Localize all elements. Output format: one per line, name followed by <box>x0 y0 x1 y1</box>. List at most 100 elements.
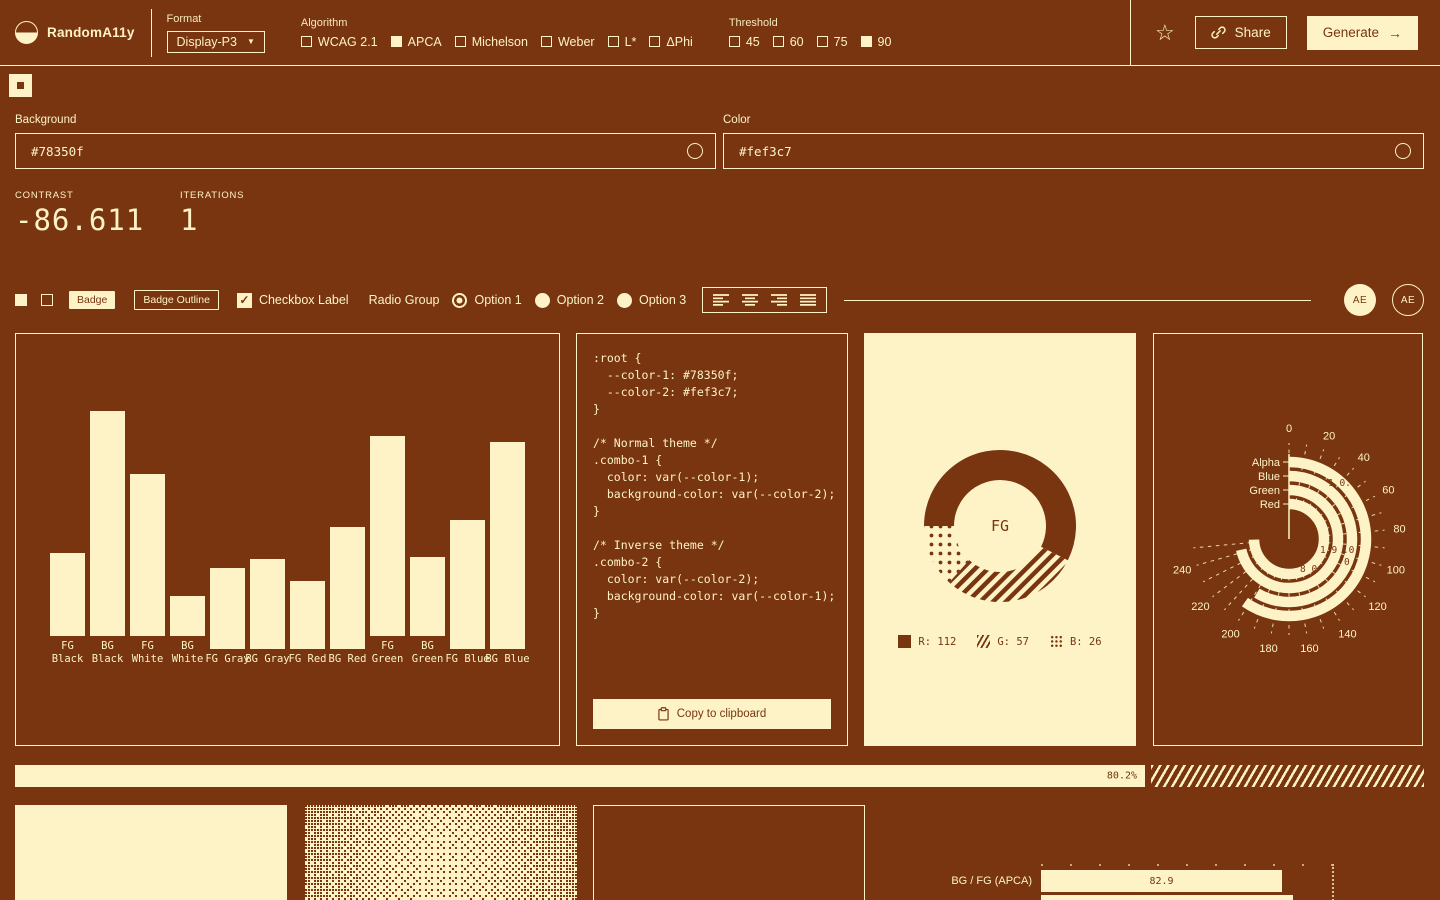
radio-label: Option 1 <box>474 293 521 307</box>
bar-column: BG Red <box>330 527 365 665</box>
radio-option[interactable]: Option 2 <box>535 293 604 308</box>
preview-checkbox[interactable]: ✓ Checkbox Label <box>237 293 349 308</box>
radio-option[interactable]: Option 1 <box>452 293 521 308</box>
progress-value: 80.2% <box>1107 771 1137 782</box>
square-filled-swatch <box>15 294 27 306</box>
threshold-group: Threshold 45607590 <box>729 17 892 49</box>
threshold-checkbox[interactable]: 60 <box>773 35 804 49</box>
checkbox-label: Michelson <box>472 35 528 49</box>
color-field: Color <box>723 114 1424 169</box>
svg-text:120: 120 <box>1368 601 1386 613</box>
bar-chart-panel: FG BlackBG BlackFG WhiteBG WhiteFG GrayB… <box>15 333 560 746</box>
donut-chart: FG <box>864 333 1136 746</box>
background-inputbox <box>15 133 716 169</box>
badge-outline[interactable]: Badge Outline <box>134 290 219 310</box>
donut-segment-B <box>939 526 959 571</box>
legend-swatch-dots <box>1050 635 1063 648</box>
square-icon <box>17 82 24 89</box>
bar <box>90 411 125 636</box>
app-logo-contrast-icon <box>15 21 38 44</box>
bar <box>330 527 365 649</box>
legend-swatch-diagonal-stripes <box>977 635 990 648</box>
generate-button[interactable]: Generate → <box>1307 16 1418 50</box>
apca-bar-chart: BG / FG (APCA)FG / BG (APCA) 82.9-86.6 <box>942 864 1334 900</box>
svg-text:0: 0 <box>1344 557 1350 568</box>
algorithm-checkbox[interactable]: Weber <box>541 35 595 49</box>
copy-to-clipboard-button[interactable]: Copy to clipboard <box>593 699 831 729</box>
svg-text:0: 0 <box>1286 423 1292 435</box>
checkbox-label: 60 <box>790 35 804 49</box>
checkbox-unchecked-icon <box>301 36 312 47</box>
svg-text:140: 140 <box>1338 628 1356 640</box>
hbar-bar: 82.9 <box>1041 870 1282 892</box>
donut-center-label: FG <box>991 517 1009 535</box>
checkbox-label: ΔPhi <box>666 35 692 49</box>
iterations-value: 1 <box>180 203 345 237</box>
divider-line <box>844 300 1311 301</box>
iterations-label: ITERATIONS <box>180 190 345 201</box>
color-picker-icon[interactable] <box>1395 143 1411 159</box>
bar <box>210 568 245 649</box>
svg-text:240: 240 <box>1173 564 1191 576</box>
header-actions: ☆ Share Generate → <box>1130 0 1424 66</box>
main-content: Background Color CONTRAST -86.611 ITERAT… <box>0 74 1440 900</box>
algorithm-checkbox[interactable]: APCA <box>391 35 442 49</box>
align-left-icon[interactable] <box>713 294 729 306</box>
checkbox-unchecked-icon <box>649 36 660 47</box>
css-code: :root { --color-1: #78350f; --color-2: #… <box>593 350 831 622</box>
color-label: Color <box>723 114 1424 126</box>
css-code-panel: :root { --color-1: #78350f; --color-2: #… <box>576 333 848 746</box>
threshold-checkbox[interactable]: 75 <box>817 35 848 49</box>
algorithm-checkboxes: WCAG 2.1 APCA Michelson Weber L* ΔPhi <box>301 35 693 49</box>
swatch-toggle-button[interactable] <box>9 74 32 97</box>
bar-column: FG White <box>130 474 165 665</box>
background-input[interactable] <box>31 144 687 159</box>
solid-swatch <box>15 805 287 900</box>
share-button[interactable]: Share <box>1195 16 1287 49</box>
bar-column: BG Black <box>90 411 125 665</box>
link-icon <box>1211 25 1226 40</box>
radio-option[interactable]: Option 3 <box>617 293 686 308</box>
svg-text:Green: Green <box>1249 485 1280 497</box>
align-right-icon[interactable] <box>771 294 787 306</box>
bar <box>130 474 165 636</box>
threshold-checkbox[interactable]: 45 <box>729 35 760 49</box>
contrast-label: CONTRAST <box>15 190 180 201</box>
algorithm-checkbox[interactable]: ΔPhi <box>649 35 692 49</box>
checkbox-unchecked-icon <box>608 36 619 47</box>
align-justify-icon[interactable] <box>800 294 816 306</box>
threshold-checkbox[interactable]: 90 <box>861 35 892 49</box>
algorithm-checkbox[interactable]: Michelson <box>455 35 528 49</box>
legend-item: B: 26 <box>1050 635 1102 648</box>
checkbox-unchecked-icon <box>729 36 740 47</box>
color-input[interactable] <box>739 144 1395 159</box>
legend-label: R: 112 <box>918 636 956 648</box>
svg-text:1 0.: 1 0. <box>1328 478 1351 489</box>
copy-label: Copy to clipboard <box>677 708 767 720</box>
checkbox-checked-icon <box>391 36 402 47</box>
svg-text:160: 160 <box>1300 643 1318 655</box>
checkbox-unchecked-icon <box>541 36 552 47</box>
checkbox-label: L* <box>625 35 637 49</box>
hbar-bar: -86.6 <box>1041 895 1293 900</box>
radio-icon <box>535 293 550 308</box>
color-picker-icon[interactable] <box>687 143 703 159</box>
badge[interactable]: Badge <box>69 291 115 309</box>
bar <box>490 442 525 649</box>
bar <box>50 553 85 636</box>
svg-text:Alpha: Alpha <box>1252 457 1281 469</box>
radio-label: Option 2 <box>557 293 604 307</box>
donut-segment-G <box>959 553 1054 587</box>
app-title: RandomA11y <box>47 25 135 40</box>
algorithm-checkbox[interactable]: WCAG 2.1 <box>301 35 378 49</box>
svg-text:40: 40 <box>1358 452 1370 464</box>
hbar-label: FG / BG (APCA) <box>942 895 1032 900</box>
square-outline-swatch <box>41 294 53 306</box>
radio-label: Option 3 <box>639 293 686 307</box>
format-dropdown[interactable]: Display-P3 ▼ <box>167 31 265 53</box>
checkbox-label: WCAG 2.1 <box>318 35 378 49</box>
algorithm-checkbox[interactable]: L* <box>608 35 637 49</box>
star-icon[interactable]: ☆ <box>1155 22 1175 44</box>
radio-group-label: Radio Group <box>369 293 440 307</box>
align-center-icon[interactable] <box>742 294 758 306</box>
